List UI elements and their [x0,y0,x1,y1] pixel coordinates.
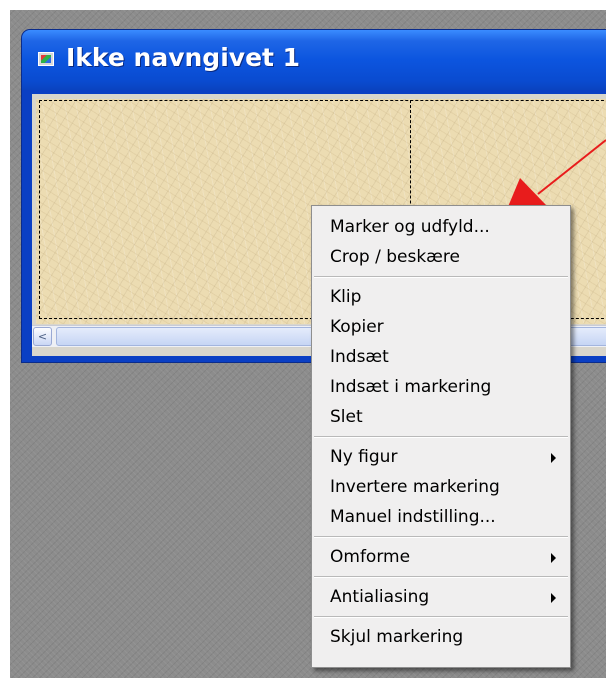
menu-item-label: Manuel indstilling... [330,507,496,527]
menu-separator [314,436,568,438]
menu-item-label: Skjul markering [330,627,464,647]
menu-item[interactable]: Crop / beskære [312,242,570,272]
menu-separator [314,276,568,278]
menu-item-label: Indsæt i markering [330,377,492,397]
menu-item[interactable]: Antialiasing [312,582,570,612]
menu-item[interactable]: Slet [312,402,570,432]
menu-item[interactable]: Indsæt i markering [312,372,570,402]
submenu-arrow-icon [551,453,556,463]
menu-separator [314,616,568,618]
menu-item[interactable]: Marker og udfyld... [312,212,570,242]
chevron-left-icon: < [37,330,48,343]
menu-item[interactable]: Skjul markering [312,622,570,652]
menu-item-label: Crop / beskære [330,247,460,267]
menu-item[interactable]: Klip [312,282,570,312]
context-menu: Marker og udfyld... Crop / beskære Klip Kop… [311,205,571,668]
menu-item-label: Indsæt [330,347,389,367]
menu-item[interactable]: Kopier [312,312,570,342]
menu-item-label: Omforme [330,547,411,567]
menu-item-label: Kopier [330,317,384,337]
image-document-icon[interactable] [38,52,54,66]
menu-item[interactable]: Invertere markering [312,472,570,502]
menu-item[interactable]: Omforme [312,542,570,572]
menu-separator [314,576,568,578]
title-bar[interactable]: Ikke navngivet 1 [22,30,606,90]
menu-item[interactable]: Manuel indstilling... [312,502,570,532]
scroll-left-button[interactable]: < [33,327,52,346]
submenu-arrow-icon [551,593,556,603]
menu-item[interactable]: Indsæt [312,342,570,372]
menu-separator [314,536,568,538]
menu-item-label: Klip [330,287,362,307]
menu-item-label: Slet [330,407,363,427]
submenu-arrow-icon [551,553,556,563]
window-title: Ikke navngivet 1 [66,43,301,72]
menu-item-label: Invertere markering [330,477,500,497]
menu-item-label: Antialiasing [330,587,430,607]
menu-item-label: Marker og udfyld... [330,217,490,237]
menu-item-label: Ny figur [330,447,398,467]
menu-item[interactable]: Ny figur [312,442,570,472]
